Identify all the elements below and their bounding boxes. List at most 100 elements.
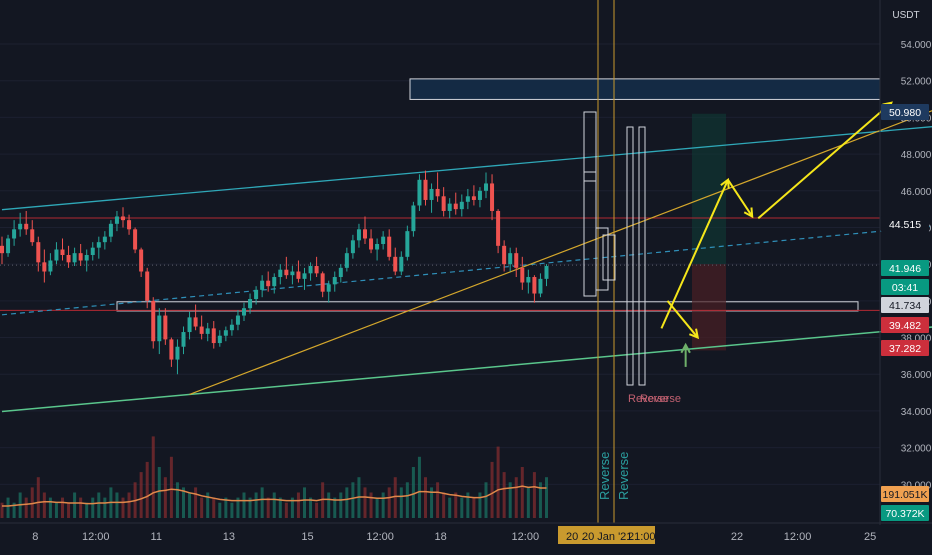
candle-body <box>435 188 440 197</box>
candle-body <box>175 346 180 360</box>
candle-body <box>181 332 186 347</box>
price-label-text: 41.946 <box>889 263 921 275</box>
volume-bar <box>315 502 319 518</box>
volume-bar <box>351 482 355 518</box>
volume-bar <box>36 477 40 518</box>
candle-body <box>423 179 428 200</box>
time-tick-label: 12:00 <box>366 531 394 543</box>
volume-bar <box>48 497 52 518</box>
candle-body <box>338 267 343 278</box>
candle-body <box>496 210 501 246</box>
volume-bar <box>169 456 173 518</box>
crosshair-date-label: 20 Jan '21 <box>582 531 632 543</box>
volume-bar <box>73 492 77 518</box>
volume-bar <box>284 502 288 518</box>
volume-bar <box>490 461 494 518</box>
volume-bar <box>175 482 179 518</box>
time-tick-label: 13 <box>223 531 235 543</box>
candle-body <box>417 179 422 206</box>
candle-body <box>538 278 543 294</box>
candle-body <box>229 324 234 331</box>
volume-bar <box>502 472 506 518</box>
candle-body <box>18 223 23 230</box>
candle-body <box>78 253 83 261</box>
volume-bar <box>387 487 391 518</box>
volume-bar <box>399 487 403 518</box>
reverse-label-vertical: Reverse <box>616 452 631 500</box>
candle-body <box>121 216 125 221</box>
candle-body <box>314 266 319 274</box>
candle-body <box>405 231 410 257</box>
volume-bar <box>363 487 367 518</box>
volume-bar <box>260 487 264 518</box>
volume-bar <box>369 492 373 518</box>
price-tick-label: 36.000 <box>901 370 932 381</box>
volume-bar <box>230 502 234 518</box>
volume-bar <box>381 492 385 518</box>
volume-bar <box>375 497 379 518</box>
candle-body <box>12 229 17 239</box>
candle-body <box>290 271 295 276</box>
candle-body <box>6 238 11 254</box>
candle-body <box>193 317 198 327</box>
candle-body <box>199 326 204 334</box>
volume-bar <box>151 436 155 518</box>
candle-body <box>114 216 119 224</box>
price-label-text: 41.734 <box>889 300 921 312</box>
volume-bar <box>242 492 246 518</box>
price-label-text: 03:41 <box>892 282 918 294</box>
volume-label-text: 70.372K <box>885 508 924 520</box>
candle-body <box>223 330 228 336</box>
candle-body <box>30 229 35 243</box>
volume-bar <box>454 492 458 518</box>
candle-body <box>60 249 65 255</box>
volume-bar <box>296 492 300 518</box>
candle-body <box>90 247 95 255</box>
candle-body <box>157 315 162 342</box>
volume-bar <box>411 467 415 518</box>
candle-body <box>296 271 301 279</box>
price-tick-label: 54.000 <box>901 40 932 51</box>
candle-body <box>393 256 398 272</box>
volume-bar <box>67 502 71 518</box>
candle-body <box>532 277 537 294</box>
candle-body <box>381 236 386 244</box>
candle-body <box>387 236 392 257</box>
volume-bar <box>448 497 452 518</box>
candle-body <box>36 242 41 263</box>
price-label-text: 44.515 <box>889 219 921 231</box>
volume-bar <box>194 487 198 518</box>
candle-body <box>266 280 271 287</box>
candle-body <box>344 253 349 268</box>
candle-body <box>72 253 77 263</box>
candle-body <box>217 335 222 344</box>
time-tick-label: 15 <box>301 531 313 543</box>
volume-bar <box>478 492 482 518</box>
volume-bar <box>266 497 270 518</box>
volume-bar <box>526 487 530 518</box>
price-tick-label: 46.000 <box>901 187 932 198</box>
volume-bar <box>212 497 216 518</box>
time-tick-label: 18 <box>434 531 446 543</box>
resistance-zone <box>409 78 881 100</box>
candle-body <box>96 242 101 248</box>
volume-bar <box>545 477 548 518</box>
candle-body <box>526 277 531 283</box>
candle-body <box>369 238 374 250</box>
candle-body <box>332 277 337 285</box>
volume-bar <box>218 502 222 518</box>
chart-area[interactable]: Reverse Reverse Reverse Reverse 54.000 52.00… <box>0 0 932 550</box>
candle-body <box>145 271 150 301</box>
volume-bar <box>121 497 125 518</box>
candle-body <box>375 243 380 250</box>
volume-bar <box>520 467 524 518</box>
candle-body <box>465 196 470 202</box>
time-tick-label: 12:00 <box>512 531 540 543</box>
candle-body <box>363 229 367 239</box>
candlestick-chart[interactable]: Reverse ReverseReverseReverse 54.00052.00… <box>0 0 932 550</box>
candle-body <box>477 190 482 200</box>
volume-bar <box>115 492 119 518</box>
candle-body <box>520 267 525 283</box>
volume-bar <box>97 492 101 518</box>
volume-bar <box>460 497 464 518</box>
